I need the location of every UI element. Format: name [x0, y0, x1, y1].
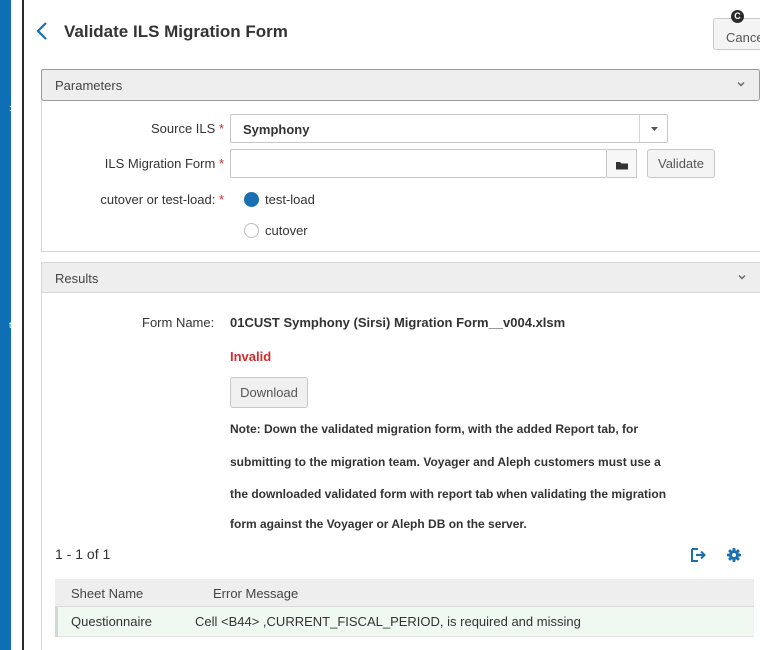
mode-label-text: cutover or test-load: [100, 192, 216, 207]
cell-error-message: Cell <B44> ,CURRENT_FISCAL_PERIOD, is re… [195, 614, 581, 629]
parameters-panel-header[interactable]: Parameters [41, 69, 760, 101]
status-invalid: Invalid [230, 349, 272, 364]
results-panel-title: Results [55, 271, 99, 286]
validate-button[interactable]: Validate [647, 149, 715, 178]
table-header: Sheet Name Error Message [55, 579, 754, 607]
required-mark: * [218, 156, 224, 171]
download-button[interactable]: Download [230, 377, 308, 408]
chevron-left-icon [36, 22, 47, 40]
nav-strip-glyph: : [9, 103, 12, 113]
nav-strip-glyph: t [9, 320, 12, 330]
migration-form-label-text: ILS Migration Form [104, 156, 216, 171]
table-row[interactable]: Questionnaire Cell <B44> ,CURRENT_FISCAL… [55, 607, 754, 637]
row-indicator [55, 607, 58, 637]
column-header-error-message[interactable]: Error Message [213, 586, 298, 601]
chevron-down-icon[interactable] [736, 271, 748, 283]
folder-icon [616, 162, 628, 170]
radio-cutover-label[interactable]: cutover [265, 223, 308, 238]
chevron-down-icon[interactable] [735, 78, 747, 90]
migration-form-label: ILS Migration Form * [60, 156, 224, 171]
pagination-count: 1 - 1 of 1 [55, 546, 111, 562]
note-line: the downloaded validated form with repor… [230, 487, 667, 501]
source-ils-label-text: Source ILS [150, 121, 216, 136]
source-ils-caret[interactable] [639, 115, 668, 142]
column-header-sheet-name[interactable]: Sheet Name [71, 586, 143, 601]
cancel-shortcut-badge: C [731, 10, 744, 23]
page-title: Validate ILS Migration Form [64, 22, 288, 41]
left-divider [22, 0, 24, 650]
mode-label: cutover or test-load: * [60, 192, 224, 207]
export-icon[interactable] [688, 546, 706, 564]
source-ils-label: Source ILS * [110, 121, 224, 136]
radio-cutover[interactable] [244, 223, 259, 238]
form-name-value: 01CUST Symphony (Sirsi) Migration Form__… [230, 315, 566, 330]
required-mark: * [218, 192, 224, 207]
required-mark: * [218, 121, 224, 136]
browse-folder-button[interactable] [607, 149, 637, 178]
radio-test-load-label[interactable]: test-load [265, 192, 315, 207]
source-ils-select[interactable]: Symphony [230, 114, 668, 143]
form-name-label: Form Name: [142, 315, 215, 330]
caret-down-icon [651, 127, 658, 131]
errors-table: Sheet Name Error Message Questionnaire C… [55, 579, 754, 637]
cell-sheet-name: Questionnaire [71, 614, 152, 629]
back-button[interactable] [32, 18, 52, 44]
migration-form-file-input[interactable] [230, 149, 607, 178]
parameters-panel-title: Parameters [55, 78, 123, 93]
source-ils-value: Symphony [243, 122, 310, 137]
results-panel-header[interactable]: Results [42, 263, 760, 293]
left-nav-strip: : t [0, 0, 12, 650]
note-line: form against the Voyager or Aleph DB on … [230, 517, 527, 531]
radio-test-load[interactable] [244, 192, 259, 207]
note-line: submitting to the migration team. Voyage… [230, 455, 661, 469]
note-line: Note: Down the validated migration form,… [230, 422, 639, 436]
gear-icon[interactable] [725, 546, 743, 564]
page-header: Validate ILS Migration Form Cancel C [24, 0, 760, 62]
